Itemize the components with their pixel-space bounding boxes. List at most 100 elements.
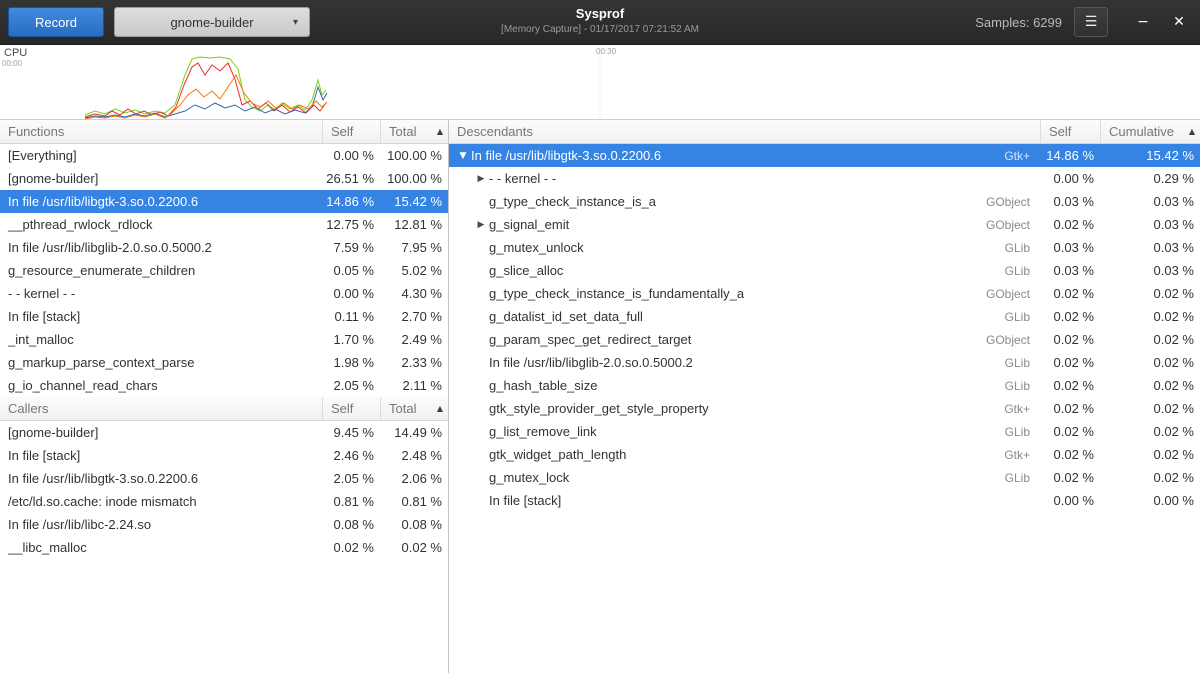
symbol-label: - - kernel - - — [8, 286, 75, 301]
samples-count: Samples: 6299 — [975, 15, 1062, 30]
column-header-self[interactable]: Self — [322, 397, 380, 420]
symbol-label: /etc/ld.so.cache: inode mismatch — [8, 494, 197, 509]
column-header-self[interactable]: Self — [322, 120, 380, 143]
symbol-label: g_list_remove_link — [489, 424, 597, 439]
column-header-self[interactable]: Self — [1040, 120, 1100, 143]
table-row[interactable]: [gnome-builder]26.51 %100.00 % — [0, 167, 448, 190]
close-button[interactable]: ✕ — [1166, 9, 1192, 35]
self-percent: 0.05 % — [322, 263, 380, 278]
library-badge: GLib — [1005, 264, 1030, 278]
library-badge: GLib — [1005, 471, 1030, 485]
table-row[interactable]: In file [stack]0.11 %2.70 % — [0, 305, 448, 328]
expander-closed-icon[interactable]: ▶ — [473, 174, 489, 184]
self-percent: 2.46 % — [322, 448, 380, 463]
table-row[interactable]: g_list_remove_linkGLib0.02 %0.02 % — [449, 420, 1200, 443]
cpu-timeline[interactable]: CPU 00:00 00:30 — [0, 45, 1200, 120]
column-header-callers[interactable]: Callers — [0, 397, 322, 420]
self-percent: 0.03 % — [1040, 263, 1100, 278]
symbol-name-cell: g_markup_parse_context_parse — [0, 355, 322, 370]
total-percent: 0.00 % — [1100, 493, 1200, 508]
target-selector-dropdown[interactable]: gnome-builder ▾ — [114, 7, 310, 37]
record-button[interactable]: Record — [8, 7, 104, 37]
hamburger-menu-button[interactable]: ☰ — [1074, 7, 1108, 37]
self-percent: 7.59 % — [322, 240, 380, 255]
descendants-table-body: ▼In file /usr/lib/libgtk-3.so.0.2200.6Gt… — [449, 144, 1200, 512]
table-row[interactable]: g_markup_parse_context_parse1.98 %2.33 % — [0, 351, 448, 374]
table-row[interactable]: - - kernel - -0.00 %4.30 % — [0, 282, 448, 305]
symbol-name-cell: In file /usr/lib/libglib-2.0.so.0.5000.2 — [0, 240, 322, 255]
symbol-name-cell: In file /usr/lib/libgtk-3.so.0.2200.6 — [0, 471, 322, 486]
table-row[interactable]: g_type_check_instance_is_aGObject0.03 %0… — [449, 190, 1200, 213]
column-header-total[interactable]: Total ▲ — [380, 397, 448, 420]
column-header-functions[interactable]: Functions — [0, 120, 322, 143]
symbol-label: g_mutex_unlock — [489, 240, 584, 255]
library-badge: GLib — [1005, 425, 1030, 439]
table-row[interactable]: g_datalist_id_set_data_fullGLib0.02 %0.0… — [449, 305, 1200, 328]
library-badge: Gtk+ — [1004, 448, 1030, 462]
table-row[interactable]: g_slice_allocGLib0.03 %0.03 % — [449, 259, 1200, 282]
symbol-name-cell: g_param_spec_get_redirect_targetGObject — [449, 332, 1040, 347]
self-percent: 26.51 % — [322, 171, 380, 186]
library-badge: GObject — [986, 287, 1030, 301]
table-row[interactable]: In file [stack]0.00 %0.00 % — [449, 489, 1200, 512]
table-row[interactable]: g_mutex_lockGLib0.02 %0.02 % — [449, 466, 1200, 489]
expander-open-icon[interactable]: ▼ — [455, 151, 471, 161]
symbol-label: [gnome-builder] — [8, 171, 98, 186]
self-percent: 0.02 % — [1040, 401, 1100, 416]
symbol-label: g_datalist_id_set_data_full — [489, 309, 643, 324]
table-row[interactable]: ▶g_signal_emitGObject0.02 %0.03 % — [449, 213, 1200, 236]
symbol-label: __libc_malloc — [8, 540, 87, 555]
total-percent: 2.33 % — [380, 355, 448, 370]
symbol-name-cell: g_resource_enumerate_children — [0, 263, 322, 278]
self-percent: 14.86 % — [322, 194, 380, 209]
self-percent: 1.70 % — [322, 332, 380, 347]
table-row[interactable]: g_param_spec_get_redirect_targetGObject 0… — [449, 328, 1200, 351]
table-row[interactable]: g_type_check_instance_is_fundamentally_a… — [449, 282, 1200, 305]
table-row[interactable]: g_hash_table_sizeGLib0.02 %0.02 % — [449, 374, 1200, 397]
total-percent: 0.02 % — [1100, 332, 1200, 347]
callers-table-header: Callers Self Total ▲ — [0, 397, 448, 421]
table-row[interactable]: _int_malloc1.70 %2.49 % — [0, 328, 448, 351]
hamburger-icon: ☰ — [1085, 14, 1098, 30]
self-percent: 0.03 % — [1040, 194, 1100, 209]
symbol-label: gtk_widget_path_length — [489, 447, 626, 462]
column-header-descendants[interactable]: Descendants — [449, 120, 1040, 143]
table-row[interactable]: In file /usr/lib/libgtk-3.so.0.2200.614.… — [0, 190, 448, 213]
left-panel: Functions Self Total ▲ [Everything]0.00 … — [0, 120, 449, 673]
symbol-name-cell: In file [stack] — [0, 448, 322, 463]
minimize-button[interactable]: − — [1130, 9, 1156, 35]
column-header-cumulative[interactable]: Cumulative ▲ — [1100, 120, 1200, 143]
callers-table-body: [gnome-builder]9.45 %14.49 %In file [sta… — [0, 421, 448, 559]
table-row[interactable]: g_resource_enumerate_children0.05 %5.02 … — [0, 259, 448, 282]
self-percent: 0.02 % — [1040, 378, 1100, 393]
symbol-name-cell: gtk_style_provider_get_style_propertyGtk… — [449, 401, 1040, 416]
table-row[interactable]: ▶- - kernel - -0.00 %0.29 % — [449, 167, 1200, 190]
table-row[interactable]: __libc_malloc0.02 %0.02 % — [0, 536, 448, 559]
table-row[interactable]: [Everything]0.00 %100.00 % — [0, 144, 448, 167]
table-row[interactable]: ▼In file /usr/lib/libgtk-3.so.0.2200.6Gt… — [449, 144, 1200, 167]
symbol-name-cell: [gnome-builder] — [0, 425, 322, 440]
symbol-label: g_io_channel_read_chars — [8, 378, 158, 393]
table-row[interactable]: gtk_widget_path_lengthGtk+0.02 %0.02 % — [449, 443, 1200, 466]
expander-closed-icon[interactable]: ▶ — [473, 220, 489, 230]
self-percent: 0.08 % — [322, 517, 380, 532]
table-row[interactable]: [gnome-builder]9.45 %14.49 % — [0, 421, 448, 444]
table-row[interactable]: /etc/ld.so.cache: inode mismatch0.81 %0.… — [0, 490, 448, 513]
table-row[interactable]: __pthread_rwlock_rdlock12.75 %12.81 % — [0, 213, 448, 236]
table-row[interactable]: gtk_style_provider_get_style_propertyGtk… — [449, 397, 1200, 420]
table-row[interactable]: g_io_channel_read_chars2.05 %2.11 % — [0, 374, 448, 397]
table-row[interactable]: In file /usr/lib/libglib-2.0.so.0.5000.2… — [449, 351, 1200, 374]
table-row[interactable]: g_mutex_unlockGLib0.03 %0.03 % — [449, 236, 1200, 259]
self-percent: 9.45 % — [322, 425, 380, 440]
column-header-total-label: Total — [389, 401, 416, 416]
table-row[interactable]: In file [stack]2.46 %2.48 % — [0, 444, 448, 467]
table-row[interactable]: In file /usr/lib/libglib-2.0.so.0.5000.2… — [0, 236, 448, 259]
table-row[interactable]: In file /usr/lib/libgtk-3.so.0.2200.62.0… — [0, 467, 448, 490]
self-percent: 1.98 % — [322, 355, 380, 370]
functions-table-header: Functions Self Total ▲ — [0, 120, 448, 144]
column-header-total[interactable]: Total ▲ — [380, 120, 448, 143]
table-row[interactable]: In file /usr/lib/libc-2.24.so0.08 %0.08 … — [0, 513, 448, 536]
library-badge: GLib — [1005, 379, 1030, 393]
total-percent: 2.70 % — [380, 309, 448, 324]
symbol-label: In file [stack] — [8, 309, 80, 324]
